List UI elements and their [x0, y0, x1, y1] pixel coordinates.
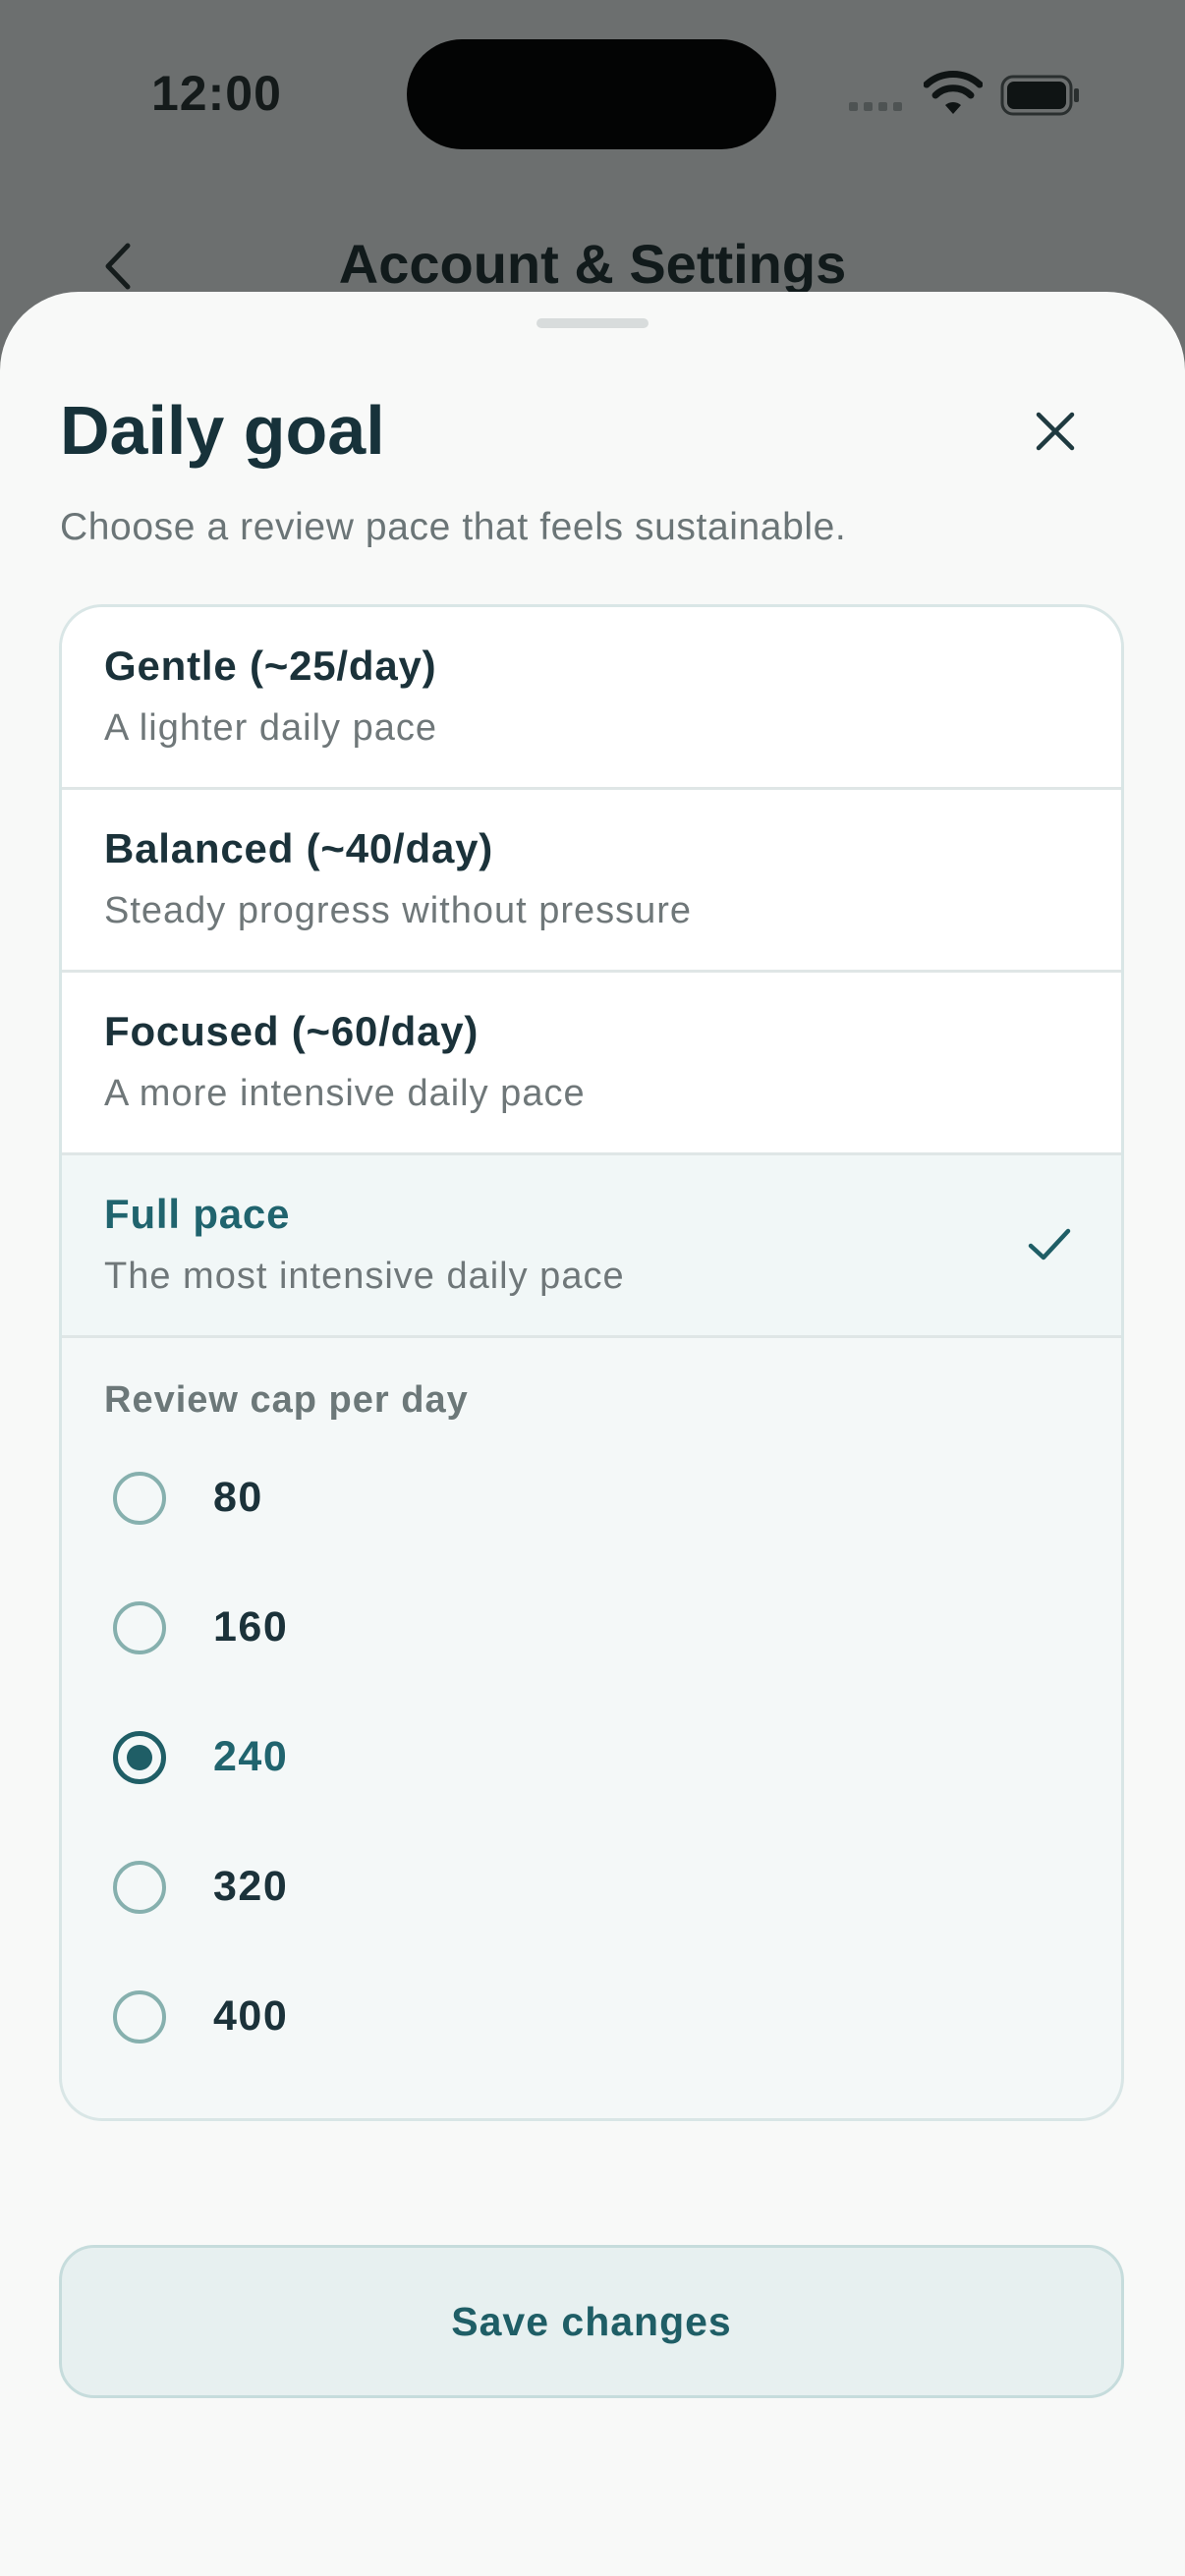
background-page-title: Account & Settings: [338, 233, 847, 295]
option-description: Steady progress without pressure: [104, 890, 693, 931]
radio-button[interactable]: [113, 1601, 166, 1654]
cap-radio-80[interactable]: 80: [113, 1462, 703, 1540]
radio-label: 160: [213, 1603, 289, 1651]
battery-icon: [1000, 75, 1079, 116]
review-cap-label: Review cap per day: [104, 1379, 469, 1421]
option-balanced[interactable]: Balanced (~40/day) Steady progress witho…: [62, 790, 1121, 973]
cap-radio-320[interactable]: 320: [113, 1851, 703, 1930]
radio-label: 80: [213, 1474, 263, 1521]
sheet-grabber[interactable]: [536, 318, 649, 328]
cap-radio-400[interactable]: 400: [113, 1981, 703, 2059]
radio-button[interactable]: [113, 1472, 166, 1525]
cellular-signal-icon: [849, 102, 902, 111]
option-description: A lighter daily pace: [104, 707, 437, 749]
status-time: 12:00: [151, 66, 282, 121]
close-button[interactable]: [1022, 398, 1089, 465]
wifi-icon: [924, 71, 983, 114]
radio-label: 320: [213, 1863, 289, 1910]
cap-radio-240[interactable]: 240: [113, 1721, 703, 1800]
radio-label: 240: [213, 1733, 289, 1780]
option-title: Full pace: [104, 1191, 291, 1237]
option-description: A more intensive daily pace: [104, 1073, 586, 1114]
option-title: Focused (~60/day): [104, 1008, 480, 1054]
radio-button[interactable]: [113, 1990, 166, 2044]
option-focused[interactable]: Focused (~60/day) A more intensive daily…: [62, 973, 1121, 1155]
radio-button[interactable]: [113, 1861, 166, 1914]
checkmark-icon: [1028, 1228, 1071, 1260]
radio-label: 400: [213, 1992, 289, 2040]
option-full-pace[interactable]: Full pace The most intensive daily pace: [62, 1155, 1121, 1338]
dynamic-island: [407, 39, 776, 149]
sheet-title: Daily goal: [60, 392, 385, 469]
option-title: Gentle (~25/day): [104, 643, 437, 689]
daily-goal-sheet: Daily goal Choose a review pace that fee…: [0, 292, 1185, 2576]
pace-options-card: Gentle (~25/day) A lighter daily pace Ba…: [59, 604, 1124, 2121]
cap-radio-160[interactable]: 160: [113, 1592, 703, 1670]
sheet-subtitle: Choose a review pace that feels sustaina…: [60, 506, 847, 548]
option-title: Balanced (~40/day): [104, 825, 494, 871]
save-changes-button[interactable]: Save changes: [59, 2245, 1124, 2398]
radio-button[interactable]: [113, 1731, 166, 1784]
option-description: The most intensive daily pace: [104, 1256, 625, 1297]
close-icon: [1036, 412, 1075, 451]
option-gentle[interactable]: Gentle (~25/day) A lighter daily pace: [62, 607, 1121, 790]
